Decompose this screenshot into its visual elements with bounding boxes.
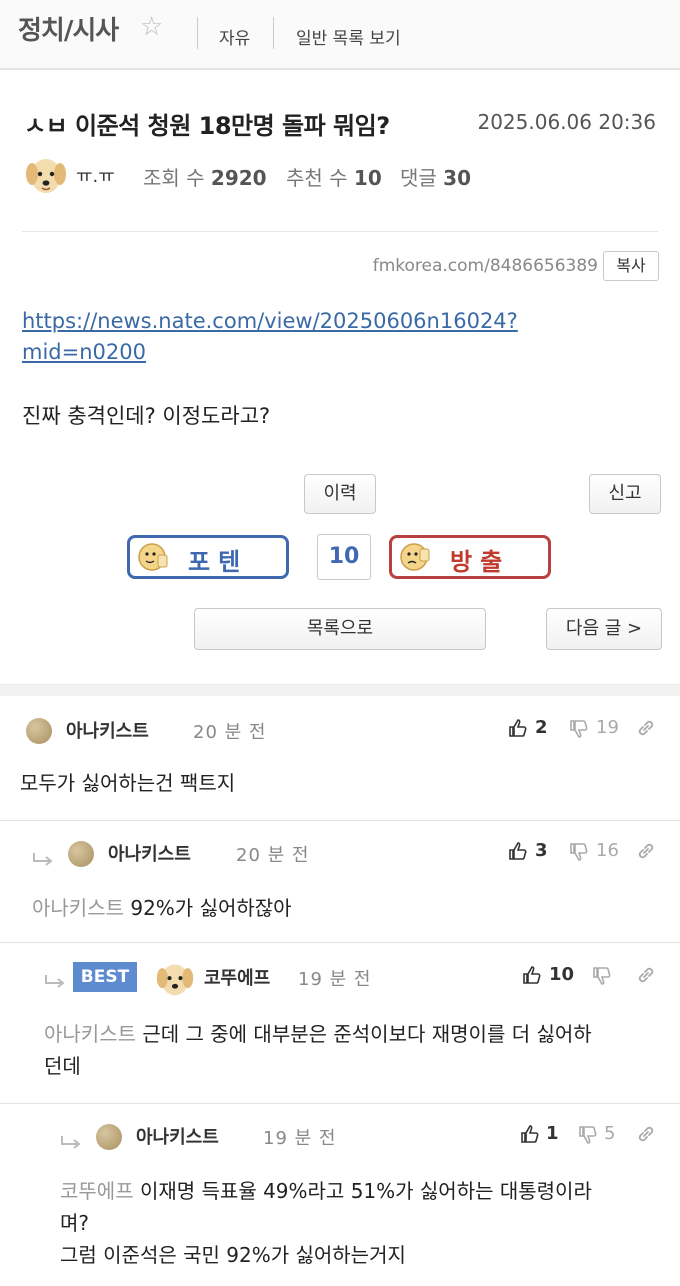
thumbs-up-icon[interactable]: [522, 965, 542, 985]
downvote-button[interactable]: 방출: [389, 535, 551, 579]
thumbs-down-icon[interactable]: [578, 1125, 598, 1145]
next-post-button[interactable]: 다음 글 >: [546, 608, 662, 650]
comment-time: 20 분 전: [193, 722, 267, 743]
thumbs-down-icon[interactable]: [569, 842, 589, 862]
downvote-count: 5: [604, 1123, 616, 1144]
comment-text: 아나키스트 근데 그 중에 대부분은 준석이보다 재명이를 더 싫어하 던데: [44, 1022, 592, 1078]
link-icon[interactable]: [636, 965, 656, 985]
post-views: 조회 수 2920: [143, 166, 267, 190]
board-title[interactable]: 정치/시사: [18, 10, 119, 47]
dog-avatar-icon[interactable]: [155, 958, 195, 1000]
downvote-count: 16: [596, 840, 619, 861]
report-button[interactable]: 신고: [589, 474, 661, 514]
best-badge: BEST: [73, 962, 137, 992]
upvote-count: 3: [535, 840, 548, 861]
upvote-count: 10: [549, 964, 575, 985]
vote-count: 10: [317, 534, 371, 580]
comment-text: 모두가 싫어하는건 팩트지: [20, 771, 236, 795]
history-button[interactable]: 이력: [304, 474, 376, 514]
post-recommends: 추천 수 10: [286, 166, 382, 190]
comment-item: 아나키스트 20 분 전 2 19 모두가 싫어하는건 팩트지: [0, 697, 680, 821]
downvote-label: 방출: [450, 548, 511, 576]
comment-author[interactable]: 아나키스트: [66, 717, 149, 743]
divider: [273, 17, 274, 49]
dog-avatar-icon[interactable]: [24, 152, 68, 198]
reply-arrow-icon: [61, 1136, 81, 1149]
short-url: fmkorea.com/8486656389: [372, 256, 598, 276]
nav-free-board[interactable]: 자유: [219, 24, 250, 49]
upvote-count: 2: [535, 717, 548, 738]
comment-time: 19 분 전: [298, 969, 372, 990]
post-body: 진짜 충격인데? 이정도라고?: [22, 404, 271, 428]
comment-time: 19 분 전: [263, 1128, 337, 1149]
comment-item: 아나키스트 19 분 전 1 5 코뚜에프 이재명 득표율 49%라고 51%가…: [0, 1104, 680, 1286]
downvote-count: 19: [596, 717, 619, 738]
upvote-button[interactable]: 포텐: [127, 535, 289, 579]
post-comment-count: 댓글 30: [400, 166, 472, 190]
comment-text: 아나키스트 92%가 싫어하잖아: [32, 896, 292, 920]
news-link[interactable]: https://news.nate.com/view/20250606n1602…: [22, 306, 582, 368]
upvote-count: 1: [546, 1123, 559, 1144]
link-icon[interactable]: [636, 718, 656, 738]
thumbs-up-face-icon: [138, 543, 168, 571]
avatar[interactable]: [68, 841, 94, 867]
comment-item: BEST 코뚜에프 19 분 전 10 아나키스트 근데 그 중에 대부분은 준…: [0, 943, 680, 1104]
post-author[interactable]: ㅠ.ㅠ: [76, 162, 115, 188]
copy-url-button[interactable]: 복사: [603, 251, 659, 281]
comment-author[interactable]: 아나키스트: [136, 1123, 219, 1149]
thumbs-up-icon[interactable]: [508, 718, 528, 738]
post-date: 2025.06.06 20:36: [477, 110, 656, 134]
comments-separator: [0, 684, 680, 696]
divider: [22, 231, 658, 232]
avatar[interactable]: [96, 1124, 122, 1150]
thumbs-up-icon[interactable]: [508, 841, 528, 861]
reply-arrow-icon: [45, 975, 65, 988]
comment-text: 코뚜에프 이재명 득표율 49%라고 51%가 싫어하는 대통령이라 며? 그럼 이…: [60, 1179, 592, 1267]
nav-list-view[interactable]: 일반 목록 보기: [296, 24, 401, 49]
comment-author[interactable]: 코뚜에프: [204, 964, 270, 990]
comment-item: 아나키스트 20 분 전 3 16 아나키스트 92%가 싫어하잖아: [0, 821, 680, 943]
avatar[interactable]: [26, 718, 52, 744]
upvote-label: 포텐: [188, 548, 249, 576]
back-to-list-button[interactable]: 목록으로: [194, 608, 486, 650]
comment-time: 20 분 전: [236, 845, 310, 866]
post-title: ㅅㅂ 이준석 청원 18만명 돌파 뭐임?: [24, 112, 390, 140]
board-header: 정치/시사 ☆ 자유 일반 목록 보기: [0, 0, 680, 70]
comment-author[interactable]: 아나키스트: [108, 840, 191, 866]
star-icon[interactable]: ☆: [140, 12, 163, 42]
reply-arrow-icon: [33, 853, 53, 866]
divider: [197, 17, 198, 49]
thumbs-down-icon[interactable]: [569, 719, 589, 739]
thumbs-up-icon[interactable]: [520, 1124, 540, 1144]
link-icon[interactable]: [636, 841, 656, 861]
thumbs-down-icon[interactable]: [592, 966, 612, 986]
thumbs-down-face-icon: [400, 543, 430, 571]
link-icon[interactable]: [636, 1124, 656, 1144]
